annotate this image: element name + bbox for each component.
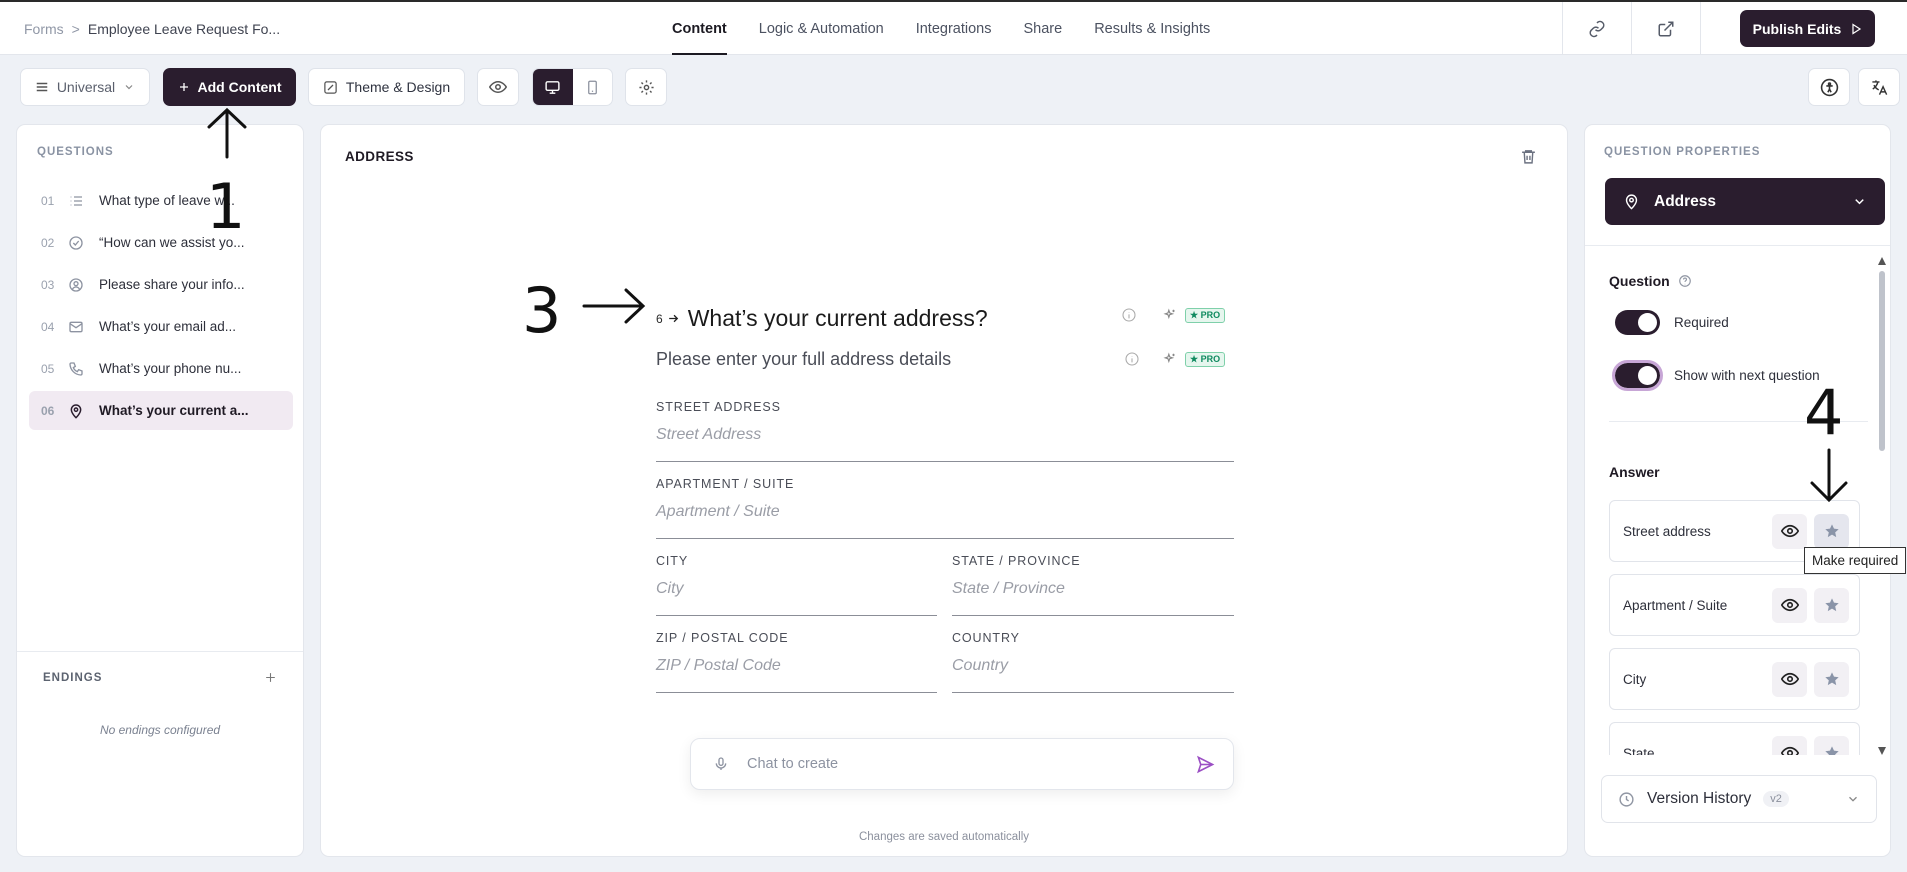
annotation-label-3: 3	[522, 274, 562, 347]
annotation-arrow-1	[207, 107, 247, 159]
annotation-arrow-4	[1810, 448, 1848, 503]
annotation-label-1: 1	[206, 170, 246, 243]
annotation-label-4: 4	[1804, 376, 1844, 449]
annotation-arrow-3	[582, 288, 646, 324]
annotation-overlay	[207, 107, 1848, 503]
